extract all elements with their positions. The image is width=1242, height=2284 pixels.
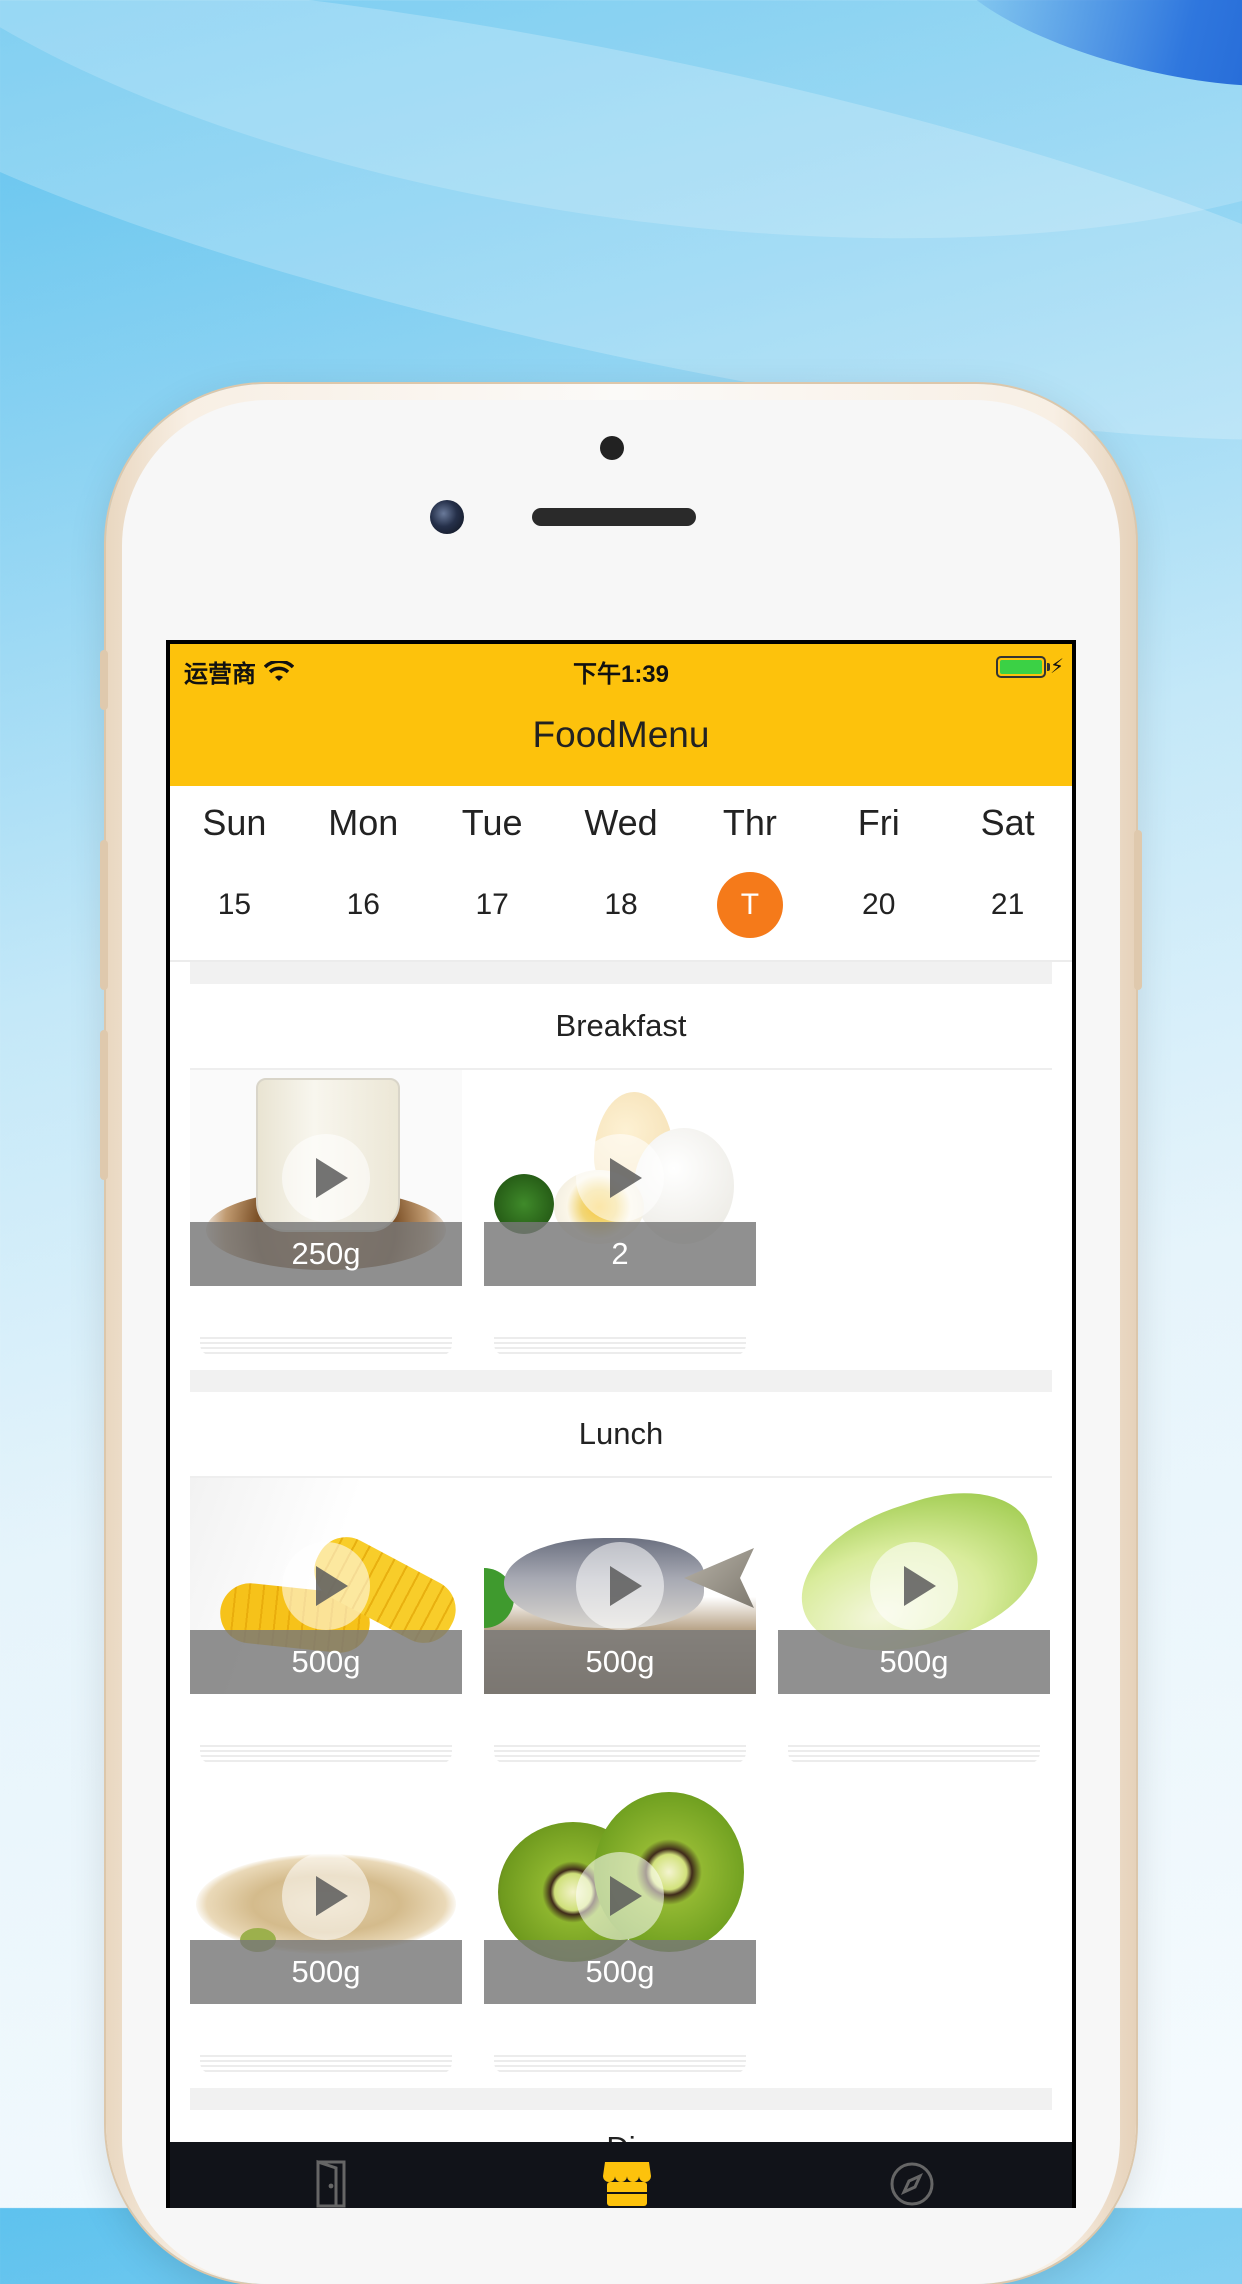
day-label-tue: Tue bbox=[461, 802, 523, 843]
tab-bar bbox=[170, 2142, 1072, 2208]
card-shadow bbox=[494, 1742, 746, 1764]
battery-icon bbox=[995, 656, 1050, 678]
date-label: 17 bbox=[475, 888, 509, 921]
food-card-eggs[interactable]: 2 bbox=[484, 1070, 756, 1360]
phone-screen: 运营商 下午1:39 ⚡ FoodMenu Sun Mon Tue Wed Th… bbox=[166, 640, 1076, 2208]
day-label-sun: Sun bbox=[202, 802, 267, 843]
food-amount: 2 bbox=[484, 1222, 756, 1286]
section-title-dinner: Di bbox=[170, 2130, 1072, 2142]
play-video-icon[interactable] bbox=[282, 1134, 370, 1222]
page-title: FoodMenu bbox=[532, 714, 710, 755]
tab-shop[interactable] bbox=[565, 2142, 685, 2208]
play-video-icon[interactable] bbox=[576, 1852, 664, 1940]
section-separator bbox=[190, 2088, 1052, 2110]
section-title-breakfast: Breakfast bbox=[190, 984, 1052, 1070]
play-video-icon[interactable] bbox=[282, 1542, 370, 1630]
food-amount: 500g bbox=[778, 1630, 1050, 1694]
meal-list[interactable]: Breakfast 250g 2 Lunch 500g 500g 500g 50… bbox=[170, 962, 1072, 2142]
day-label-thu: Thr bbox=[722, 802, 777, 843]
date-label: 18 bbox=[604, 888, 638, 921]
proximity-sensor bbox=[600, 436, 624, 460]
food-amount: 500g bbox=[484, 1940, 756, 2004]
date-label: 15 bbox=[217, 888, 252, 921]
section-separator bbox=[190, 962, 1052, 984]
card-shadow bbox=[200, 1742, 452, 1764]
date-17[interactable]: 17 bbox=[428, 872, 557, 938]
week-dates: 15 16 17 18 T 20 21 bbox=[170, 872, 1072, 938]
earpiece-speaker bbox=[532, 508, 696, 526]
food-card-cabbage[interactable]: 500g bbox=[778, 1478, 1050, 1768]
date-15[interactable]: 15 bbox=[170, 872, 299, 938]
tab-door[interactable] bbox=[270, 2142, 390, 2208]
day-label-wed: Wed bbox=[584, 802, 658, 843]
card-shadow bbox=[200, 1334, 452, 1356]
food-amount: 500g bbox=[190, 1630, 462, 1694]
play-video-icon[interactable] bbox=[576, 1134, 664, 1222]
date-18[interactable]: 18 bbox=[557, 872, 686, 938]
day-label-sat: Sat bbox=[980, 802, 1035, 843]
compass-icon bbox=[890, 2162, 934, 2206]
front-camera bbox=[430, 500, 464, 534]
phone-volume-up bbox=[100, 840, 108, 990]
food-card-pistachios[interactable]: 500g bbox=[190, 1788, 462, 2078]
date-21[interactable]: 21 bbox=[943, 872, 1072, 938]
card-shadow bbox=[200, 2052, 452, 2074]
food-amount: 500g bbox=[484, 1630, 756, 1694]
card-shadow bbox=[494, 1334, 746, 1356]
today-badge: T bbox=[716, 872, 783, 938]
card-shadow bbox=[788, 1742, 1040, 1764]
food-card-soy-milk[interactable]: 250g bbox=[190, 1070, 462, 1360]
tab-compass[interactable] bbox=[850, 2142, 970, 2208]
week-day-labels: Sun Mon Tue Wed Thr Fri Sat bbox=[170, 802, 1072, 844]
battery-status: ⚡ bbox=[995, 656, 1064, 678]
phone-power-button bbox=[1134, 830, 1142, 990]
section-title-lunch: Lunch bbox=[190, 1392, 1052, 1478]
status-bar: 运营商 下午1:39 ⚡ bbox=[170, 644, 1072, 696]
app-header: 运营商 下午1:39 ⚡ FoodMenu bbox=[170, 644, 1072, 786]
section-separator bbox=[190, 1370, 1052, 1392]
charging-icon: ⚡ bbox=[1049, 656, 1064, 678]
play-video-icon[interactable] bbox=[576, 1542, 664, 1630]
date-label: 16 bbox=[346, 888, 380, 921]
status-time: 下午1:39 bbox=[572, 661, 670, 688]
date-label: 20 bbox=[862, 888, 896, 921]
date-label: 21 bbox=[990, 888, 1025, 921]
phone-mute-switch bbox=[100, 650, 108, 710]
food-card-kiwi[interactable]: 500g bbox=[484, 1788, 756, 2078]
play-video-icon[interactable] bbox=[282, 1852, 370, 1940]
week-calendar: Sun Mon Tue Wed Thr Fri Sat 15 16 17 18 … bbox=[170, 786, 1072, 962]
food-amount: 250g bbox=[190, 1222, 462, 1286]
food-card-fish[interactable]: 500g bbox=[484, 1478, 756, 1768]
door-icon bbox=[316, 2159, 346, 2208]
food-card-corn[interactable]: 500g bbox=[190, 1478, 462, 1768]
day-label-mon: Mon bbox=[328, 802, 399, 843]
date-today[interactable]: T bbox=[685, 872, 814, 938]
food-amount: 500g bbox=[190, 1940, 462, 2004]
shop-icon bbox=[603, 2162, 651, 2206]
play-video-icon[interactable] bbox=[870, 1542, 958, 1630]
food-menu-app: 运营商 下午1:39 ⚡ FoodMenu Sun Mon Tue Wed Th… bbox=[170, 644, 1072, 2208]
date-20[interactable]: 20 bbox=[814, 872, 943, 938]
day-label-fri: Fri bbox=[857, 802, 900, 843]
phone-volume-down bbox=[100, 1030, 108, 1180]
date-16[interactable]: 16 bbox=[299, 872, 428, 938]
card-shadow bbox=[494, 2052, 746, 2074]
